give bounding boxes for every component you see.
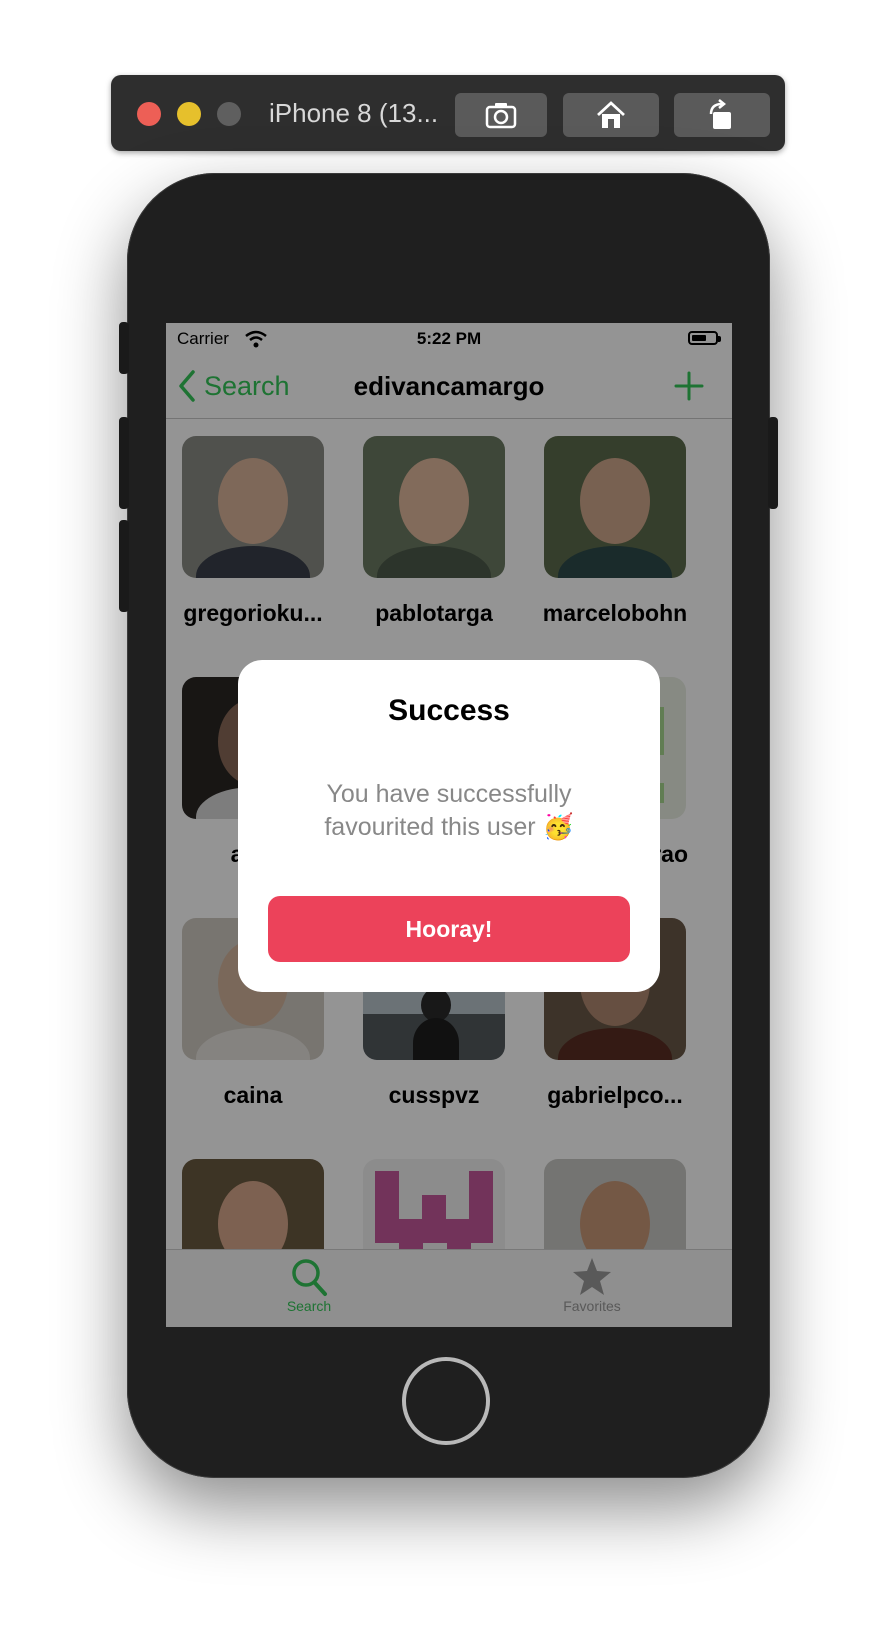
phone-screen: Carrier 5:22 PM Search edivancamargo gre… bbox=[166, 323, 732, 1327]
alert-message: You have successfully favourited this us… bbox=[324, 780, 574, 841]
rotate-icon bbox=[709, 99, 731, 129]
simulator-title: iPhone 8 (13... bbox=[269, 98, 439, 128]
close-window-button[interactable] bbox=[137, 102, 161, 126]
alert-title: Success bbox=[388, 694, 510, 727]
rotate-button[interactable] bbox=[674, 93, 770, 137]
phone-home-button[interactable] bbox=[402, 1357, 490, 1445]
screenshot-button[interactable] bbox=[455, 93, 547, 137]
success-alert: Success You have successfully favourited… bbox=[238, 660, 660, 992]
hooray-button[interactable]: Hooray! bbox=[268, 896, 630, 962]
zoom-window-button[interactable] bbox=[217, 102, 241, 126]
mute-switch bbox=[119, 322, 129, 374]
camera-icon bbox=[485, 103, 517, 129]
volume-down-button bbox=[119, 520, 129, 612]
simulator-toolbar: iPhone 8 (13... bbox=[111, 75, 785, 151]
volume-up-button bbox=[119, 417, 129, 509]
power-button bbox=[768, 417, 778, 509]
home-button-toolbar[interactable] bbox=[563, 93, 659, 137]
home-icon bbox=[597, 101, 625, 128]
minimize-window-button[interactable] bbox=[177, 102, 201, 126]
